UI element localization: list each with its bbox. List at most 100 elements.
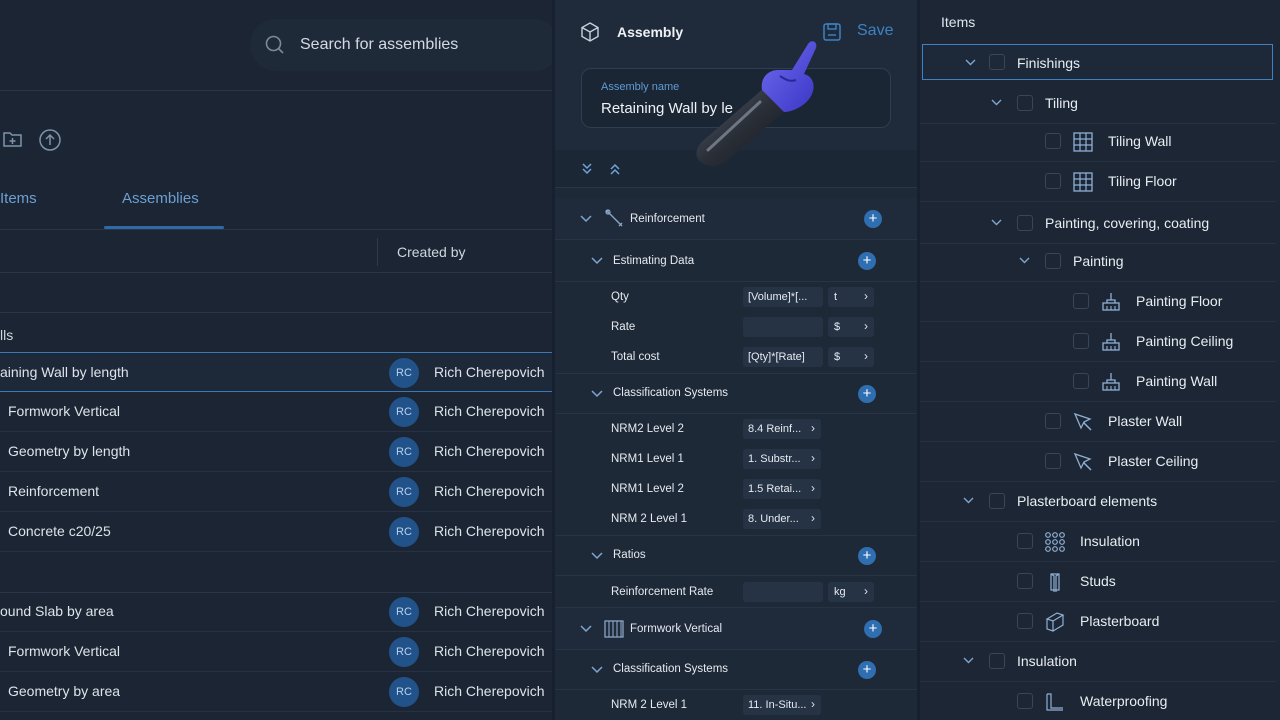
checkbox[interactable] <box>1073 293 1089 309</box>
field-row: NRM2 Level 2 8.4 Reinf... › <box>555 414 917 444</box>
table-row[interactable]: Geometry by area RC Rich Cherepovich <box>0 672 552 712</box>
unit-select[interactable]: $ › <box>828 317 874 337</box>
checkbox[interactable] <box>1017 533 1033 549</box>
formwork-icon <box>604 620 624 638</box>
classification-select[interactable]: 1.5 Retai... › <box>743 479 821 499</box>
classification-select[interactable]: 8. Under... › <box>743 509 821 529</box>
tab-assemblies[interactable]: Assemblies <box>122 190 199 207</box>
section-ratios[interactable]: Ratios + <box>555 536 917 576</box>
formula-field[interactable]: [Volume]*[... <box>743 287 823 307</box>
checkbox[interactable] <box>1045 413 1061 429</box>
tree-item-tiling[interactable]: Tiling <box>920 84 1276 124</box>
checkbox[interactable] <box>1073 333 1089 349</box>
chevron-down-icon[interactable] <box>580 215 592 223</box>
save-button[interactable]: Save <box>857 22 893 40</box>
table-row[interactable]: Geometry by length RC Rich Cherepovich <box>0 432 552 472</box>
tree-item-painting-covering-coating[interactable]: Painting, covering, coating <box>920 204 1276 244</box>
checkbox[interactable] <box>1017 573 1033 589</box>
search-input[interactable]: Search for assemblies <box>250 19 560 71</box>
classification-select[interactable]: 1. Substr... › <box>743 449 821 469</box>
checkbox[interactable] <box>1073 373 1089 389</box>
unit-select[interactable]: kg › <box>828 582 874 602</box>
checkbox[interactable] <box>1045 173 1061 189</box>
classification-select[interactable]: 8.4 Reinf... › <box>743 419 821 439</box>
checkbox[interactable] <box>1017 613 1033 629</box>
tree-item-painting[interactable]: Painting <box>920 242 1276 282</box>
add-button[interactable]: + <box>858 385 876 403</box>
tree-item-painting-floor[interactable]: Painting Floor <box>920 282 1276 322</box>
chevron-down-icon[interactable] <box>963 657 974 664</box>
field-row: Total cost [Qty]*[Rate] $ › <box>555 342 917 374</box>
tree-item-waterproofing[interactable]: Waterproofing <box>920 682 1276 720</box>
section-classification[interactable]: Classification Systems + <box>555 374 917 414</box>
rebar-icon <box>605 209 623 227</box>
brush-icon <box>1102 373 1120 391</box>
add-button[interactable]: + <box>864 210 882 228</box>
tree-item-plasterboard-elements[interactable]: Plasterboard elements <box>920 482 1276 522</box>
tab-items[interactable]: Items <box>0 190 37 207</box>
upload-icon[interactable] <box>38 128 62 152</box>
tree-item-finishings[interactable]: Finishings <box>922 44 1273 80</box>
tree-item-insulation[interactable]: Insulation <box>920 642 1276 682</box>
chevron-down-icon[interactable] <box>591 390 603 398</box>
add-button[interactable]: + <box>858 252 876 270</box>
add-button[interactable]: + <box>858 661 876 679</box>
checkbox[interactable] <box>1045 253 1061 269</box>
tree-item-plasterboard[interactable]: Plasterboard <box>920 602 1276 642</box>
tree-item-studs[interactable]: Studs <box>920 562 1276 602</box>
field-row: Rate $ › <box>555 312 917 342</box>
expand-all-icon[interactable] <box>581 162 593 176</box>
checkbox[interactable] <box>1045 133 1061 149</box>
table-row[interactable]: Formwork Vertical RC Rich Cherepovich <box>0 392 552 432</box>
assembly-name-label: Assembly name <box>601 81 680 93</box>
field-row: NRM1 Level 1 1. Substr... › <box>555 444 917 474</box>
checkbox[interactable] <box>989 493 1005 509</box>
unit-select[interactable]: $ › <box>828 347 874 367</box>
section-estimating-data[interactable]: Estimating Data + <box>555 240 917 282</box>
tree-item-painting-ceiling[interactable]: Painting Ceiling <box>920 322 1276 362</box>
section-reinforcement[interactable]: Reinforcement + <box>555 198 917 240</box>
tree-item-painting-wall[interactable]: Painting Wall <box>920 362 1276 402</box>
tree-item-tiling-floor[interactable]: Tiling Floor <box>920 162 1276 202</box>
table-row[interactable]: ound Slab by area RC Rich Cherepovich <box>0 592 552 632</box>
chevron-down-icon[interactable] <box>580 625 592 633</box>
table-row[interactable]: Formwork Vertical RC Rich Cherepovich <box>0 632 552 672</box>
add-button[interactable]: + <box>858 547 876 565</box>
table-row[interactable]: Concrete c20/25 RC Rich Cherepovich <box>0 512 552 552</box>
section-classification-2[interactable]: Classification Systems + <box>555 650 917 690</box>
tree-item-tiling-wall[interactable]: Tiling Wall <box>920 122 1276 162</box>
group-label[interactable]: lls <box>0 327 13 343</box>
chevron-down-icon[interactable] <box>1019 257 1030 264</box>
chevron-down-icon[interactable] <box>591 666 603 674</box>
checkbox[interactable] <box>1017 95 1033 111</box>
table-row[interactable]: Reinforcement RC Rich Cherepovich <box>0 472 552 512</box>
checkbox[interactable] <box>989 54 1005 70</box>
column-header-created-by[interactable]: Created by <box>397 244 465 260</box>
chevron-down-icon[interactable] <box>591 257 603 265</box>
checkbox[interactable] <box>1045 453 1061 469</box>
new-folder-icon[interactable] <box>2 128 24 150</box>
tree-item-insulation-item[interactable]: Insulation <box>920 522 1276 562</box>
chevron-down-icon[interactable] <box>991 99 1002 106</box>
field-row: NRM 2 Level 1 11. In-Situ... › <box>555 690 917 720</box>
chevron-down-icon[interactable] <box>591 552 603 560</box>
tree-item-plaster-ceiling[interactable]: Plaster Ceiling <box>920 442 1276 482</box>
chevron-down-icon[interactable] <box>991 219 1002 226</box>
checkbox[interactable] <box>1017 693 1033 709</box>
unit-select[interactable]: t › <box>828 287 874 307</box>
formula-field[interactable]: [Qty]*[Rate] <box>743 347 823 367</box>
classification-select[interactable]: 11. In-Situ... › <box>743 695 821 715</box>
section-formwork-vertical[interactable]: Formwork Vertical + <box>555 608 917 650</box>
ratio-field[interactable] <box>743 582 823 602</box>
chevron-down-icon[interactable] <box>965 59 976 66</box>
avatar: RC <box>389 597 419 627</box>
chevron-down-icon[interactable] <box>963 497 974 504</box>
collapse-all-icon[interactable] <box>609 162 621 176</box>
add-button[interactable]: + <box>864 620 882 638</box>
formula-field[interactable] <box>743 317 823 337</box>
tree-item-plaster-wall[interactable]: Plaster Wall <box>920 402 1276 442</box>
checkbox[interactable] <box>989 653 1005 669</box>
checkbox[interactable] <box>1017 215 1033 231</box>
board-icon <box>1045 612 1065 632</box>
table-row[interactable]: aining Wall by length RC Rich Cherepovic… <box>0 352 552 392</box>
